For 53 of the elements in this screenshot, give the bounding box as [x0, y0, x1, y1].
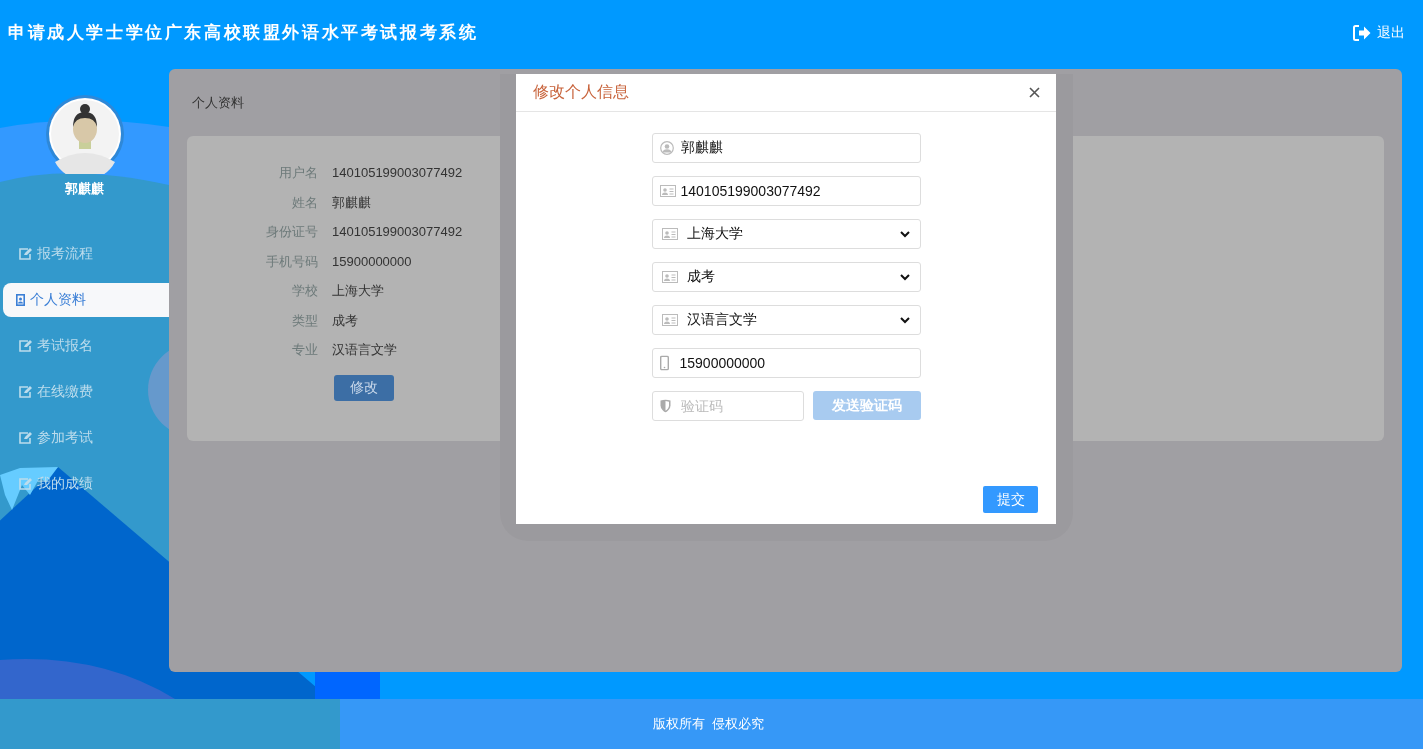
id-badge-icon: [16, 294, 25, 306]
input-field[interactable]: 郭麒麒: [651, 133, 921, 163]
dropdown[interactable]: 成考: [651, 262, 921, 292]
field-label: 类型: [291, 311, 318, 330]
sidebar-item[interactable]: 在线缴费: [3, 375, 169, 409]
sidebar-item[interactable]: 考试报名: [3, 329, 169, 363]
edit-icon: [19, 432, 32, 444]
field-value: 郭麒麒: [332, 193, 371, 212]
user-icon: [659, 141, 674, 155]
copyright-text: 版权所有 侵权必究: [652, 715, 765, 733]
field-value: 15900000000: [332, 252, 412, 271]
dropdown[interactable]: 汉语言文学: [651, 305, 921, 335]
field-value: 140105199003077492: [332, 223, 463, 241]
field-value: 上海大学: [332, 282, 384, 300]
field-label: 专业: [291, 341, 318, 359]
field-label: 学校: [291, 282, 318, 300]
submit-button[interactable]: 提交: [983, 486, 1038, 513]
edit-icon: [19, 478, 32, 490]
dialog-title: 修改个人信息: [533, 82, 629, 102]
phone-icon: [659, 355, 669, 371]
field-label: 姓名: [291, 193, 318, 212]
sidebar-item[interactable]: 参加考试: [3, 421, 169, 455]
edit-button[interactable]: 修改: [334, 374, 394, 401]
field-value: 140105199003077492: [332, 164, 463, 182]
field-label: 身份证号: [265, 223, 318, 241]
id-card-icon: [661, 314, 678, 326]
id-card-icon: [661, 228, 678, 240]
field-label: 用户名: [278, 164, 318, 182]
app-title: 申请成人学士学位广东高校联盟外语水平考试报考系统: [8, 22, 479, 44]
shield-icon: [659, 399, 671, 413]
chevron-down-icon: [899, 230, 910, 238]
chevron-down-icon: [899, 273, 910, 281]
field-value: 成考: [332, 311, 358, 330]
sidebar-item[interactable]: 我的成绩: [3, 467, 169, 501]
field-value: 汉语言文学: [332, 341, 397, 359]
sidebar-item[interactable]: 个人资料: [3, 283, 169, 317]
close-icon: [1029, 87, 1040, 98]
edit-icon: [19, 386, 32, 398]
logout-link[interactable]: 退出: [1353, 23, 1407, 42]
id-card-icon: [659, 185, 676, 197]
input-field[interactable]: 140105199003077492: [651, 176, 921, 206]
user-name: 郭麒麒: [65, 180, 104, 198]
id-card-icon: [661, 271, 678, 283]
edit-icon: [19, 248, 32, 260]
logout-icon: [1353, 24, 1371, 41]
field-label: 手机号码: [265, 252, 318, 271]
dropdown[interactable]: 上海大学: [651, 219, 921, 249]
sidebar-item[interactable]: 报考流程: [3, 237, 169, 271]
close-button[interactable]: [1029, 87, 1040, 98]
input-field[interactable]: 15900000000: [651, 348, 921, 378]
edit-icon: [19, 340, 32, 352]
chevron-down-icon: [899, 316, 910, 324]
panel-title: 个人资料: [192, 94, 245, 112]
